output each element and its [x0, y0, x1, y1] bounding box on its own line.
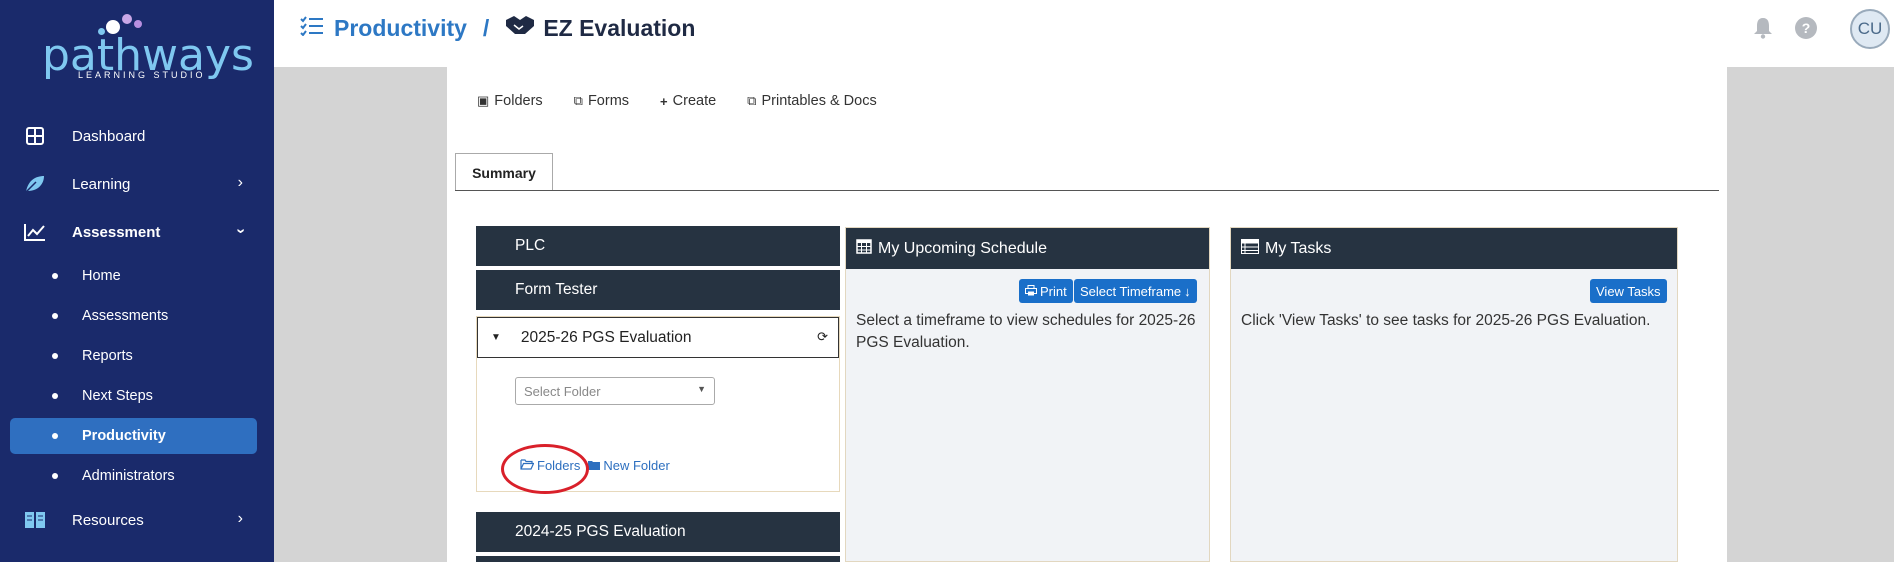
- plus-icon: +: [660, 93, 668, 109]
- copy-icon: ⧉: [747, 93, 757, 108]
- dashboard-icon: [24, 125, 46, 147]
- folder-select-placeholder: Select Folder: [524, 383, 601, 399]
- sync-icon[interactable]: ⟳: [817, 329, 828, 345]
- sidebar-item-assessment[interactable]: Assessment ›: [10, 214, 257, 250]
- folder-next[interactable]: [476, 556, 840, 562]
- top-header: Productivity / EZ Evaluation ? CU: [274, 0, 1894, 67]
- tasks-list-icon: [1241, 238, 1259, 259]
- toolbar-forms[interactable]: ⧉ Forms: [574, 93, 629, 109]
- tab-summary[interactable]: Summary: [455, 153, 553, 191]
- chevron-right-icon: ›: [237, 510, 243, 527]
- toolbar: ▣ Folders ⧉ Forms + Create ⧉ Printables …: [477, 93, 908, 109]
- chart-line-icon: [24, 221, 46, 243]
- toolbar-create[interactable]: + Create: [660, 93, 716, 109]
- sidebar-item-dashboard[interactable]: Dashboard: [10, 118, 257, 154]
- breadcrumb-separator: /: [482, 14, 490, 41]
- new-folder-link-label: New Folder: [603, 458, 670, 473]
- sidebar-subitem-label: Administrators: [82, 468, 175, 484]
- bell-icon[interactable]: [1750, 15, 1776, 41]
- evaluation-title: 2025-26 PGS Evaluation: [520, 328, 692, 346]
- tab-divider: [455, 190, 1719, 191]
- breadcrumb: Productivity / EZ Evaluation: [300, 14, 695, 42]
- dropdown-arrow-icon: ▼: [697, 384, 706, 394]
- tasks-card: My Tasks View Tasks Click 'View Tasks' t…: [1230, 227, 1678, 562]
- copy-icon: ⧉: [573, 93, 583, 108]
- toolbar-create-label: Create: [672, 93, 717, 109]
- print-icon: [1025, 284, 1037, 299]
- toolbar-printables[interactable]: ⧉ Printables & Docs: [747, 93, 877, 109]
- sidebar-subitem-home[interactable]: Home: [10, 258, 257, 294]
- logo-dot: [134, 20, 142, 28]
- evaluation-panel: ▼ 2025-26 PGS Evaluation ⟳ Select Folder…: [476, 316, 840, 494]
- tasks-card-header: My Tasks: [1231, 228, 1677, 269]
- logo-dot: [122, 14, 132, 24]
- sidebar-subitem-label: Next Steps: [82, 388, 153, 404]
- folder-form-tester[interactable]: Form Tester: [476, 270, 840, 310]
- sidebar: pathways LEARNING STUDIO Dashboard Learn…: [0, 0, 274, 562]
- sidebar-item-learning[interactable]: Learning ›: [10, 166, 257, 202]
- pathways-logo[interactable]: pathways LEARNING STUDIO: [38, 8, 254, 81]
- breadcrumb-productivity[interactable]: Productivity: [334, 15, 467, 42]
- sidebar-subitem-next-steps[interactable]: Next Steps: [10, 378, 257, 414]
- sidebar-item-label: Assessment: [72, 223, 161, 241]
- print-button[interactable]: Print: [1019, 279, 1073, 303]
- help-icon[interactable]: ?: [1793, 15, 1819, 41]
- schedule-text: Select a timeframe to view schedules for…: [856, 312, 1196, 351]
- new-folder-link[interactable]: New Folder: [588, 458, 670, 473]
- user-avatar[interactable]: CU: [1850, 9, 1890, 49]
- handshake-icon: [505, 14, 535, 42]
- sidebar-subitem-reports[interactable]: Reports: [10, 338, 257, 374]
- bullet: [52, 393, 58, 399]
- checklist-icon: [300, 15, 324, 42]
- calendar-icon: [856, 238, 872, 259]
- folder-2024-25-pgs[interactable]: 2024-25 PGS Evaluation: [476, 512, 840, 552]
- print-label: Print: [1040, 283, 1067, 299]
- sidebar-subitem-label: Productivity: [82, 428, 166, 444]
- sidebar-item-label: Resources: [72, 511, 144, 529]
- evaluation-header[interactable]: ▼ 2025-26 PGS Evaluation ⟳: [477, 317, 839, 358]
- sidebar-subitem-assessments[interactable]: Assessments: [10, 298, 257, 334]
- folder-plc[interactable]: PLC: [476, 226, 840, 266]
- book-icon: [24, 509, 46, 531]
- sidebar-subitem-administrators[interactable]: Administrators: [10, 458, 257, 494]
- toolbar-folders-label: Folders: [494, 93, 543, 109]
- sidebar-subitem-label: Assessments: [82, 308, 169, 324]
- toolbar-printables-label: Printables & Docs: [761, 93, 877, 109]
- caret-down-icon: ▼: [491, 332, 501, 343]
- main-panel: ▣ Folders ⧉ Forms + Create ⧉ Printables …: [447, 67, 1727, 562]
- toolbar-folders[interactable]: ▣ Folders: [477, 93, 543, 109]
- sidebar-item-resources[interactable]: Resources ›: [10, 502, 257, 538]
- tasks-text: Click 'View Tasks' to see tasks for 2025…: [1241, 312, 1651, 329]
- chevron-down-icon: ›: [232, 228, 250, 234]
- sidebar-subitem-productivity[interactable]: Productivity: [10, 418, 257, 454]
- schedule-card: My Upcoming Schedule Print Select Timefr…: [845, 227, 1210, 562]
- sidebar-subitem-label: Reports: [82, 348, 133, 364]
- sidebar-item-label: Dashboard: [72, 127, 146, 145]
- select-timeframe-label: Select Timeframe: [1080, 283, 1182, 299]
- bullet: [52, 273, 58, 279]
- highlight-circle: [501, 444, 589, 494]
- folder-icon: [588, 458, 601, 473]
- bullet: [52, 353, 58, 359]
- sidebar-item-label: Learning: [72, 175, 131, 193]
- logo-subtitle: LEARNING STUDIO: [78, 70, 206, 80]
- select-timeframe-button[interactable]: Select Timeframe ↓: [1074, 279, 1197, 303]
- chevron-right-icon: ›: [237, 174, 243, 191]
- leaf-icon: [24, 173, 46, 195]
- arrow-down-icon: ↓: [1184, 283, 1191, 299]
- folder-select[interactable]: Select Folder ▼: [515, 377, 715, 405]
- bullet: [52, 313, 58, 319]
- archive-icon: ▣: [477, 93, 490, 108]
- bullet: [52, 433, 58, 439]
- view-tasks-button[interactable]: View Tasks: [1590, 279, 1667, 303]
- svg-text:?: ?: [1802, 20, 1811, 36]
- bullet: [52, 473, 58, 479]
- schedule-card-header: My Upcoming Schedule: [846, 228, 1209, 269]
- schedule-title: My Upcoming Schedule: [878, 239, 1047, 257]
- toolbar-forms-label: Forms: [587, 93, 630, 109]
- sidebar-subitem-label: Home: [82, 268, 121, 284]
- breadcrumb-current: EZ Evaluation: [543, 14, 696, 41]
- tasks-title: My Tasks: [1265, 239, 1332, 257]
